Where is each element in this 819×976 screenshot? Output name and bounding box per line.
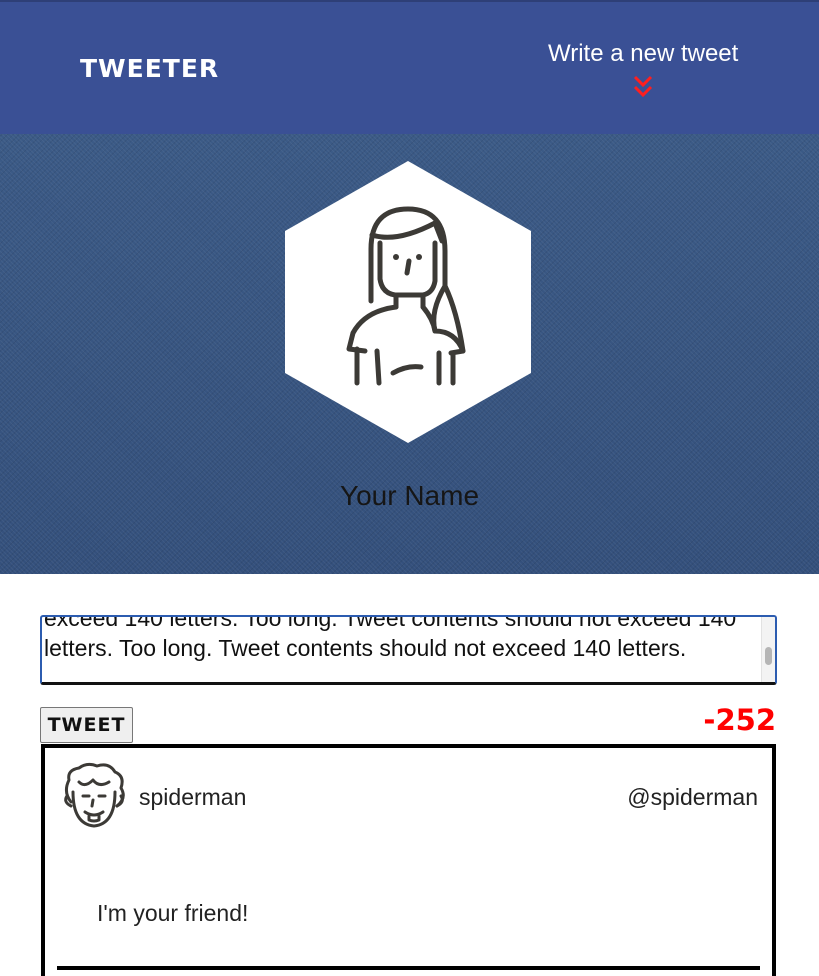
tweet-submit-button[interactable]: TWEET	[40, 707, 133, 743]
tweet-compose-textarea[interactable]: exceed 140 letters. Too long. Tweet cont…	[40, 615, 777, 685]
tweet-compose-text[interactable]: exceed 140 letters. Too long. Tweet cont…	[44, 617, 762, 663]
tweet-divider	[57, 966, 760, 970]
double-chevron-down-icon[interactable]	[630, 74, 656, 100]
composer-scrollbar-thumb[interactable]	[765, 647, 772, 665]
tweet-author-name[interactable]: spiderman	[139, 784, 246, 811]
tweet-card: spiderman @spiderman I'm your friend!	[41, 744, 776, 976]
write-new-tweet-toggle[interactable]: Write a new tweet	[548, 40, 738, 112]
user-avatar-icon	[285, 161, 531, 443]
write-new-tweet-label[interactable]: Write a new tweet	[548, 40, 738, 68]
char-counter: -252	[703, 703, 776, 737]
profile-name: Your Name	[339, 480, 480, 511]
tweet-content: I'm your friend!	[97, 900, 249, 926]
top-navbar: TWEETER Write a new tweet	[0, 0, 819, 134]
profile-header: Your Name	[0, 134, 819, 574]
composer-scrollbar[interactable]	[761, 617, 775, 682]
brand-logo[interactable]: TWEETER	[80, 54, 219, 83]
cartoon-face-icon	[64, 762, 125, 828]
tweet-author-handle[interactable]: @spiderman	[627, 784, 758, 811]
